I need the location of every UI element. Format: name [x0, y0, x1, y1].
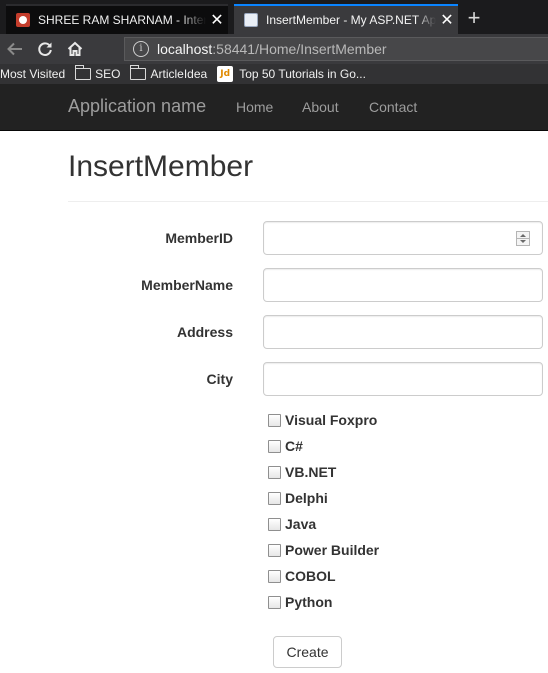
- checkbox-box[interactable]: [268, 465, 281, 479]
- checkbox-box[interactable]: [268, 595, 281, 609]
- folder-icon: [129, 65, 147, 80]
- checkbox-label: COBOL: [285, 568, 336, 584]
- checkbox-label: C#: [285, 438, 303, 454]
- jd-logo-icon: Jd: [217, 66, 234, 82]
- checkbox-box[interactable]: [268, 543, 281, 557]
- checkbox-box[interactable]: [268, 569, 281, 583]
- number-spinner-icon[interactable]: [516, 231, 530, 246]
- info-icon[interactable]: i: [133, 41, 149, 57]
- nav-about-link[interactable]: About: [302, 99, 339, 115]
- checkbox-java[interactable]: Java: [268, 516, 316, 532]
- url-path: :58441/Home/InsertMember: [212, 41, 387, 57]
- back-arrow-icon[interactable]: [0, 34, 30, 64]
- page-favicon-icon: [244, 13, 258, 27]
- divider: [68, 201, 548, 202]
- browser-tab-bar: SHREE RAM SHARNAM - Interr ✕ InsertMembe…: [0, 0, 548, 34]
- checkbox-vbnet[interactable]: VB.NET: [268, 464, 336, 480]
- checkbox-label: Power Builder: [285, 542, 380, 558]
- bookmark-label: Most Visited: [0, 67, 66, 81]
- checkbox-label: Java: [285, 516, 317, 532]
- tab-title: InsertMember - My ASP.NET Ap: [266, 13, 436, 27]
- close-tab-icon[interactable]: ✕: [206, 10, 228, 30]
- checkbox-power-builder[interactable]: Power Builder: [268, 542, 379, 558]
- bookmark-most-visited[interactable]: Most Visited: [0, 67, 65, 81]
- checkbox-box[interactable]: [268, 491, 281, 505]
- checkbox-label: VB.NET: [285, 464, 337, 480]
- folder-icon: [74, 65, 92, 80]
- browser-toolbar: i localhost:58441/Home/InsertMember: [0, 34, 548, 64]
- checkbox-delphi[interactable]: Delphi: [268, 490, 328, 506]
- page-title: InsertMember: [68, 150, 254, 183]
- bookmark-label: SEO: [95, 67, 121, 81]
- checkbox-csharp[interactable]: C#: [268, 438, 303, 454]
- checkbox-box[interactable]: [268, 413, 281, 427]
- tab-title: SHREE RAM SHARNAM - Interr: [38, 13, 206, 27]
- home-icon[interactable]: [60, 34, 90, 64]
- bookmark-label: Top 50 Tutorials in Go...: [239, 67, 366, 81]
- site-favicon-icon: [16, 13, 30, 27]
- address-input[interactable]: [263, 315, 543, 349]
- bookmark-label: ArticleIdea: [150, 67, 208, 81]
- member-name-label: MemberName: [141, 277, 233, 293]
- checkbox-label: Python: [285, 594, 333, 610]
- checkbox-label: Visual Foxpro: [285, 412, 378, 428]
- checkbox-box[interactable]: [268, 439, 281, 453]
- bookmarks-bar: Most Visited SEO ArticleIdea Jd Top 50 T…: [0, 64, 548, 84]
- address-label: Address: [176, 324, 233, 340]
- bookmark-seo[interactable]: SEO: [74, 65, 121, 81]
- bookmark-top-50-tutorials[interactable]: Jd Top 50 Tutorials in Go...: [217, 66, 366, 82]
- checkbox-cobol[interactable]: COBOL: [268, 568, 336, 584]
- checkbox-box[interactable]: [268, 517, 281, 531]
- city-input[interactable]: [263, 362, 543, 396]
- browser-tab-shree-ram-sharnam[interactable]: SHREE RAM SHARNAM - Interr ✕: [6, 4, 228, 34]
- browser-tab-insertmember[interactable]: InsertMember - My ASP.NET Ap ✕: [234, 4, 458, 34]
- create-button[interactable]: Create: [273, 636, 342, 668]
- app-brand-link[interactable]: Application name: [68, 96, 206, 117]
- nav-contact-link[interactable]: Contact: [369, 99, 417, 115]
- checkbox-visual-foxpro[interactable]: Visual Foxpro: [268, 412, 377, 428]
- app-navbar: Application name Home About Contact: [0, 84, 548, 131]
- reload-icon[interactable]: [30, 34, 60, 64]
- address-bar[interactable]: i localhost:58441/Home/InsertMember: [124, 37, 548, 61]
- member-id-input[interactable]: [263, 221, 543, 255]
- bookmark-articleidea[interactable]: ArticleIdea: [129, 65, 208, 81]
- checkbox-python[interactable]: Python: [268, 594, 332, 610]
- nav-home-link[interactable]: Home: [236, 99, 273, 115]
- new-tab-plus-icon[interactable]: +: [462, 5, 486, 31]
- url-host: localhost: [157, 41, 213, 57]
- member-id-label: MemberID: [165, 230, 233, 246]
- checkbox-label: Delphi: [285, 490, 328, 506]
- city-label: City: [206, 371, 233, 387]
- close-tab-icon[interactable]: ✕: [436, 10, 458, 30]
- member-name-input[interactable]: [263, 268, 543, 302]
